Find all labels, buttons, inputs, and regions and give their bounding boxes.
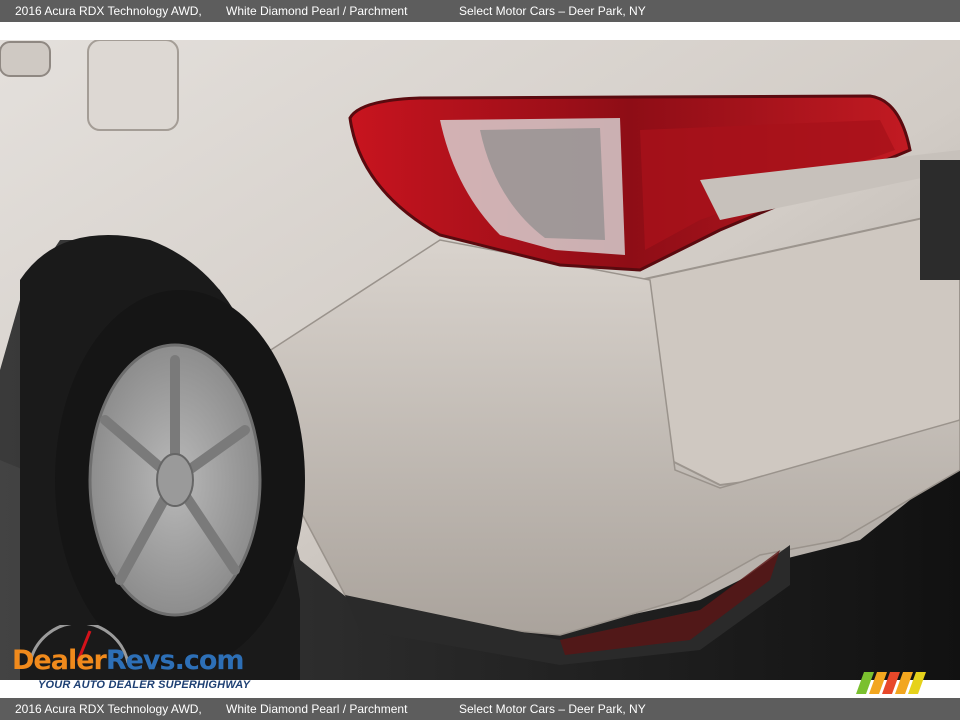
caption-color-bottom: White Diamond Pearl / Parchment <box>226 702 408 716</box>
caption-model-bottom: 2016 Acura RDX Technology AWD, <box>15 702 202 716</box>
vehicle-photo <box>0 40 960 680</box>
caption-model: 2016 Acura RDX Technology AWD, <box>15 4 202 18</box>
caption-color: White Diamond Pearl / Parchment <box>226 4 408 18</box>
caption-dealer-bottom: Select Motor Cars – Deer Park, NY <box>459 702 646 716</box>
caption-dealer: Select Motor Cars – Deer Park, NY <box>459 4 646 18</box>
top-caption-bar: 2016 Acura RDX Technology AWD, White Dia… <box>0 0 960 22</box>
dealerrevs-logo-text: DealerRevs.com <box>12 645 245 676</box>
bottom-caption-bar: 2016 Acura RDX Technology AWD, White Dia… <box>0 698 960 720</box>
dealerrevs-tagline: YOUR AUTO DEALER SUPERHIGHWAY <box>38 679 251 691</box>
stripes-logo-icon <box>856 672 926 694</box>
dealerrevs-watermark: DealerRevs.com YOUR AUTO DEALER SUPERHIG… <box>10 625 270 695</box>
car-rear-quarter-illustration <box>0 40 960 680</box>
